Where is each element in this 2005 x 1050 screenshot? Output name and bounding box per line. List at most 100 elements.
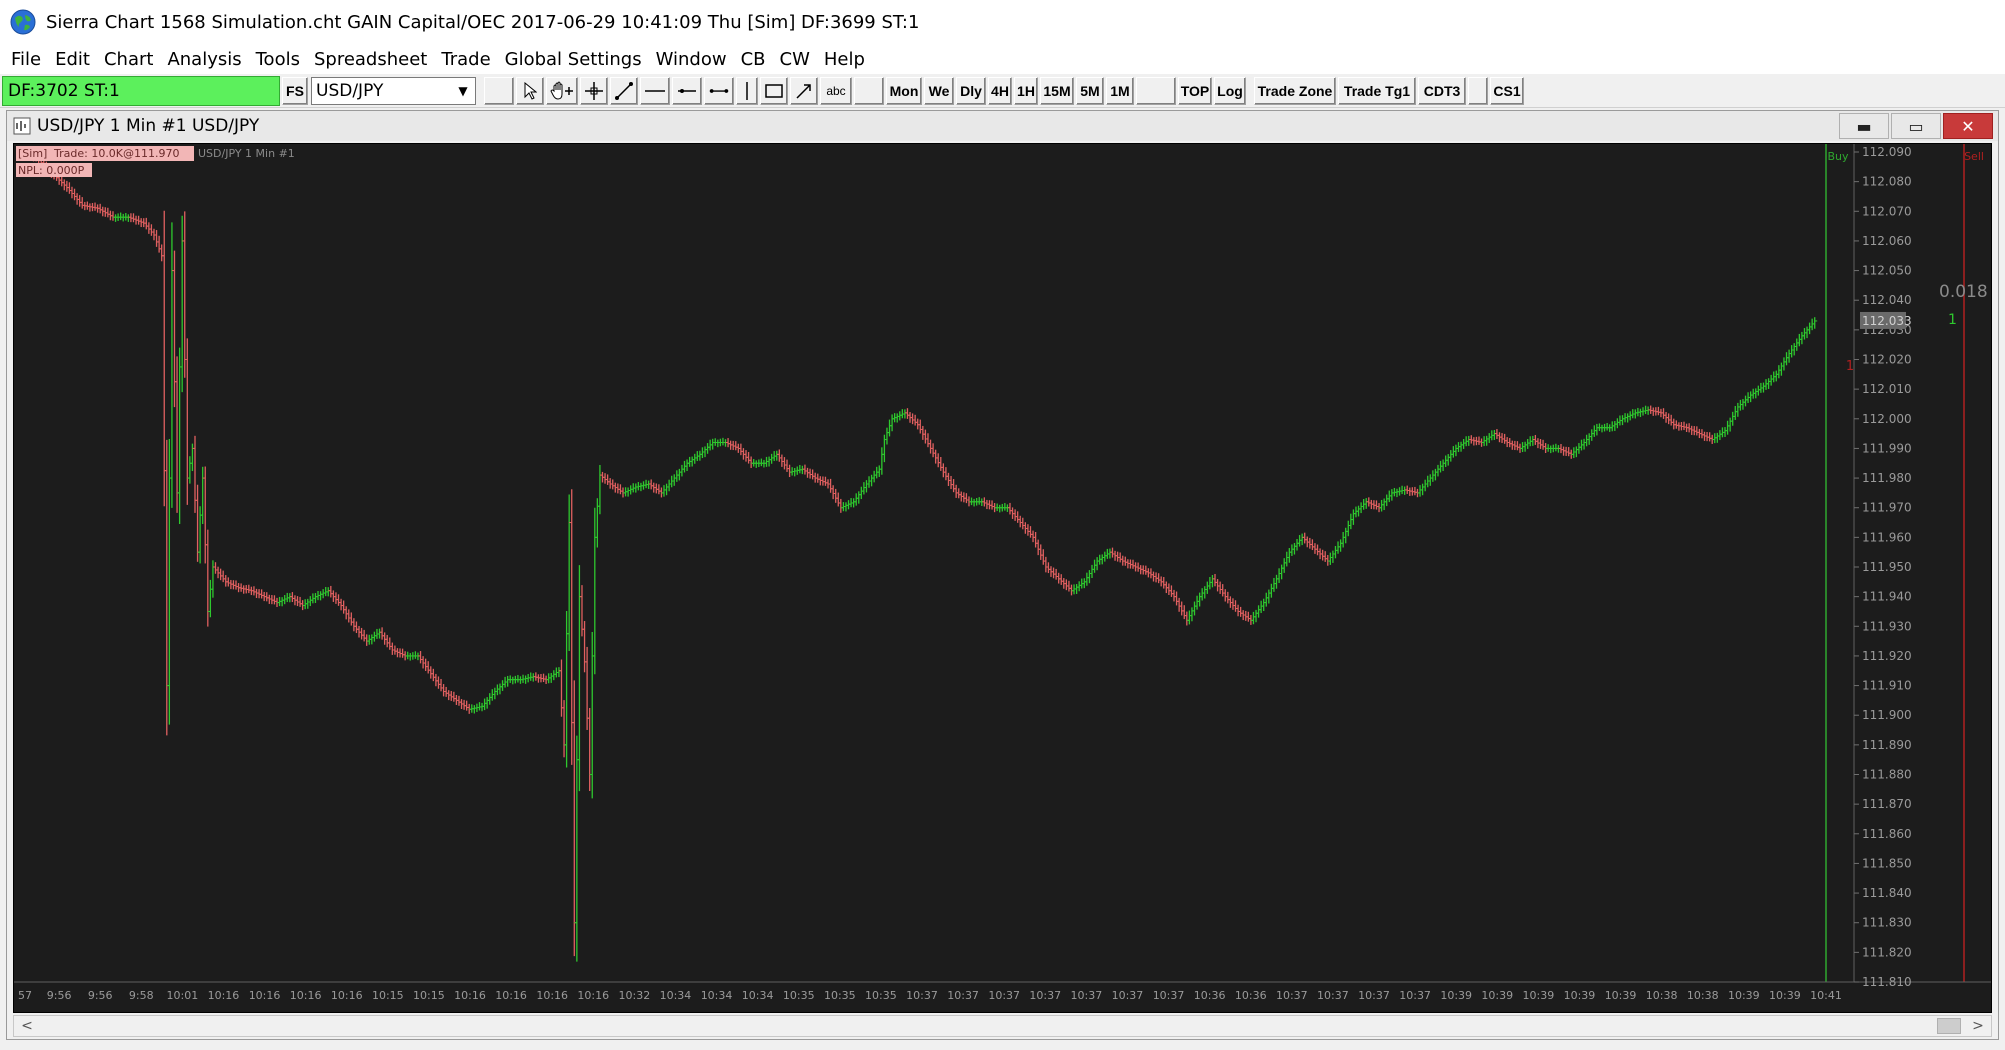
x-tick-label: 57 xyxy=(18,989,32,1002)
text-tool-button[interactable]: abc xyxy=(820,77,852,105)
blank-tool-button-2[interactable] xyxy=(854,77,884,105)
x-tick-label: 10:41 xyxy=(1810,989,1842,1002)
x-tick-label: 10:39 xyxy=(1564,989,1596,1002)
y-tick-label: 112.010 xyxy=(1862,382,1912,396)
y-tick-label: 112.070 xyxy=(1862,204,1912,218)
x-tick-label: 10:32 xyxy=(619,989,651,1002)
interval-1h-button[interactable]: 1H xyxy=(1014,77,1038,105)
interval-mon-button[interactable]: Mon xyxy=(886,77,922,105)
x-tick-label: 10:16 xyxy=(536,989,568,1002)
scroll-left-icon[interactable]: < xyxy=(16,1017,38,1035)
y-tick-label: 111.840 xyxy=(1862,886,1912,900)
interval-15m-button[interactable]: 15M xyxy=(1040,77,1074,105)
menu-cb[interactable]: CB xyxy=(734,47,773,72)
segment-tool-button[interactable] xyxy=(704,77,734,105)
y-tick-label: 111.940 xyxy=(1862,590,1912,604)
log-button[interactable]: Log xyxy=(1214,77,1246,105)
trade-info-label: Trade: 10.0K@111.970 xyxy=(53,147,180,160)
horizontal-line-tool-button[interactable] xyxy=(640,77,670,105)
blank-button-2[interactable] xyxy=(1468,77,1488,105)
window-titlebar: Sierra Chart 1568 Simulation.cht GAIN Ca… xyxy=(0,0,2005,44)
x-tick-label: 10:37 xyxy=(1112,989,1144,1002)
x-tick-label: 10:39 xyxy=(1728,989,1760,1002)
horizontal-scrollbar[interactable]: < > xyxy=(13,1015,1992,1037)
x-tick-label: 10:16 xyxy=(249,989,281,1002)
y-tick-label: 112.020 xyxy=(1862,353,1912,367)
y-tick-label: 111.990 xyxy=(1862,441,1912,455)
maximize-button[interactable]: ▭ xyxy=(1891,113,1941,139)
pointer-tool-button[interactable] xyxy=(516,77,544,105)
hand-tool-button[interactable] xyxy=(546,77,578,105)
interval-5m-button[interactable]: 5M xyxy=(1076,77,1104,105)
line-tool-button[interactable] xyxy=(610,77,638,105)
price-chart[interactable]: 112.090 112.080 112.070 112.060 112.050 112.0… xyxy=(13,143,1992,1013)
x-tick-label: 9:56 xyxy=(88,989,113,1002)
x-tick-label: 10:16 xyxy=(331,989,363,1002)
x-tick-label: 10:39 xyxy=(1769,989,1801,1002)
sell-column-label: Sell xyxy=(1964,150,1984,163)
y-tick-label: 111.970 xyxy=(1862,501,1912,515)
x-tick-label: 10:15 xyxy=(372,989,404,1002)
cs1-button[interactable]: CS1 xyxy=(1490,77,1524,105)
menu-edit[interactable]: Edit xyxy=(48,47,97,72)
chart-window-title: USD/JPY 1 Min #1 USD/JPY xyxy=(37,116,260,136)
vertical-line-tool-button[interactable] xyxy=(736,77,758,105)
crosshair-tool-button[interactable] xyxy=(580,77,608,105)
y-tick-label: 111.900 xyxy=(1862,708,1912,722)
menu-file[interactable]: File xyxy=(4,47,48,72)
menu-global-settings[interactable]: Global Settings xyxy=(498,47,649,72)
x-tick-label: 9:56 xyxy=(47,989,72,1002)
y-tick-label: 111.950 xyxy=(1862,560,1912,574)
fs-button[interactable]: FS xyxy=(282,77,308,105)
price-chart-svg[interactable]: 112.090 112.080 112.070 112.060 112.050 112.0… xyxy=(14,144,1992,1013)
symbol-select-value: USD/JPY xyxy=(316,81,384,101)
y-tick-label: 111.980 xyxy=(1862,471,1912,485)
scroll-thumb[interactable] xyxy=(1937,1018,1961,1034)
arrow-tool-button[interactable] xyxy=(790,77,818,105)
trade-tg1-button[interactable]: Trade Tg1 xyxy=(1338,77,1416,105)
x-tick-label: 10:35 xyxy=(783,989,815,1002)
menu-cw[interactable]: CW xyxy=(773,47,817,72)
symbol-select[interactable]: USD/JPY ▼ xyxy=(311,77,476,105)
chevron-down-icon[interactable]: ▼ xyxy=(454,81,472,101)
top-button[interactable]: TOP xyxy=(1178,77,1212,105)
interval-1m-button[interactable]: 1M xyxy=(1106,77,1134,105)
price-change-value: 0.018 xyxy=(1939,282,1988,302)
npl-label: NPL: 0.000P xyxy=(18,164,85,177)
x-tick-label: 10:36 xyxy=(1194,989,1226,1002)
x-tick-label: 10:34 xyxy=(701,989,733,1002)
buy-order-qty: 1 xyxy=(1846,359,1854,374)
x-tick-label: 10:38 xyxy=(1687,989,1719,1002)
ray-tool-button[interactable] xyxy=(672,77,702,105)
y-tick-label: 112.080 xyxy=(1862,175,1912,189)
menu-analysis[interactable]: Analysis xyxy=(160,47,248,72)
interval-dly-button[interactable]: Dly xyxy=(956,77,986,105)
menu-spreadsheet[interactable]: Spreadsheet xyxy=(307,47,434,72)
y-tick-label: 111.850 xyxy=(1862,856,1912,870)
minimize-button[interactable]: ▬ xyxy=(1839,113,1889,139)
menu-window[interactable]: Window xyxy=(649,47,734,72)
menu-tools[interactable]: Tools xyxy=(249,47,307,72)
arrow-icon xyxy=(796,84,811,99)
scroll-right-icon[interactable]: > xyxy=(1967,1017,1989,1035)
trade-zone-button[interactable]: Trade Zone xyxy=(1254,77,1336,105)
blank-button[interactable] xyxy=(1136,77,1176,105)
rectangle-tool-button[interactable] xyxy=(760,77,788,105)
menu-trade[interactable]: Trade xyxy=(434,47,497,72)
app-globe-icon xyxy=(10,9,36,35)
blank-tool-button[interactable] xyxy=(484,77,514,105)
menu-help[interactable]: Help xyxy=(817,47,872,72)
ray-icon xyxy=(678,89,696,93)
y-tick-label: 111.830 xyxy=(1862,916,1912,930)
cursor-arrow-icon xyxy=(524,82,537,100)
cdt3-button[interactable]: CDT3 xyxy=(1418,77,1466,105)
df-status-indicator: DF:3702 ST:1 xyxy=(2,76,280,106)
x-tick-label: 9:58 xyxy=(129,989,154,1002)
x-tick-label: 10:39 xyxy=(1523,989,1555,1002)
close-button[interactable]: ✕ xyxy=(1943,113,1993,139)
interval-4h-button[interactable]: 4H xyxy=(988,77,1012,105)
x-tick-label: 10:37 xyxy=(1317,989,1349,1002)
y-tick-label: 111.880 xyxy=(1862,768,1912,782)
menu-chart[interactable]: Chart xyxy=(97,47,160,72)
interval-we-button[interactable]: We xyxy=(924,77,954,105)
